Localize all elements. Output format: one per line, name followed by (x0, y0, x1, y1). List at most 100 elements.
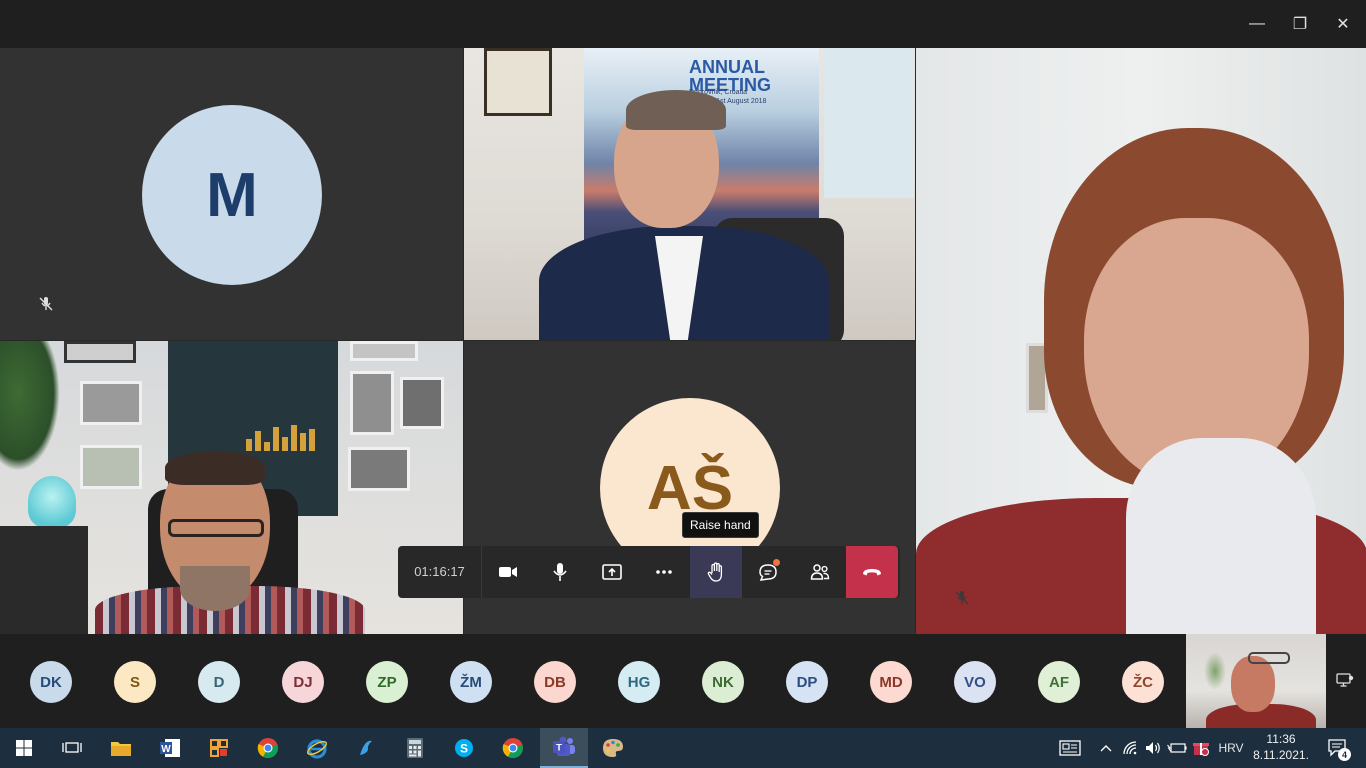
hang-up-icon (863, 569, 881, 576)
edge-app[interactable] (293, 728, 341, 768)
avatar-initials: HG (627, 673, 651, 691)
chrome-icon (257, 738, 278, 759)
share-screen-button[interactable] (586, 546, 638, 598)
participant-avatar[interactable]: ZP (366, 661, 408, 703)
hang-up-button[interactable] (846, 546, 898, 598)
participant-tile-m[interactable]: M (0, 48, 463, 340)
participant-avatar[interactable]: ŽC (1122, 661, 1164, 703)
news-button[interactable] (1056, 728, 1084, 768)
participant-avatar[interactable]: DB (534, 661, 576, 703)
microphone-button[interactable] (534, 546, 586, 598)
chrome-app[interactable] (244, 728, 292, 768)
avatar-initials: DJ (293, 673, 313, 691)
news-icon (1059, 740, 1081, 756)
notification-count-badge: 4 (1338, 748, 1351, 761)
participant-video-3[interactable] (916, 48, 1366, 634)
folder-icon (111, 742, 131, 756)
participant-avatar[interactable]: HG (618, 661, 660, 703)
notifications-button[interactable]: 4 (1320, 728, 1356, 768)
clock-date: 8.11.2021. (1253, 748, 1309, 762)
pinned-app[interactable] (342, 728, 390, 768)
svg-text:S: S (460, 742, 468, 756)
participant-avatar[interactable]: VO (954, 661, 996, 703)
participant-avatar[interactable]: AF (1038, 661, 1080, 703)
network-button[interactable] (1120, 728, 1140, 768)
participant-video-1[interactable]: ANNUAL MEETING Dubrovnik, Croatia 27th t… (464, 48, 915, 340)
volume-button[interactable] (1143, 728, 1163, 768)
svg-text:T: T (556, 743, 562, 754)
show-hidden-icons-button[interactable] (1096, 728, 1116, 768)
more-actions-button[interactable] (638, 546, 690, 598)
calculator-app[interactable] (391, 728, 439, 768)
start-button[interactable] (0, 728, 48, 768)
person-head (1231, 656, 1275, 712)
minimize-button[interactable]: — (1240, 8, 1274, 40)
person-hair (626, 90, 726, 130)
wifi-icon (1123, 741, 1137, 755)
meeting-controls: 01:16:17 (398, 546, 900, 598)
word-icon: W (160, 739, 180, 757)
teams-app[interactable]: T (540, 728, 588, 768)
wall-frame (64, 341, 136, 363)
paint-app[interactable] (589, 728, 637, 768)
minimize-icon: — (1249, 15, 1265, 32)
battery-charging-icon (1167, 743, 1187, 753)
avatar-initials: M (206, 160, 258, 230)
diffuser-lamp (28, 476, 76, 528)
chevron-up-icon (1100, 745, 1112, 752)
task-view-button[interactable] (48, 728, 96, 768)
file-explorer-app[interactable] (97, 728, 145, 768)
wall-frame (484, 48, 552, 116)
avatar: M (142, 105, 322, 285)
raise-hand-button[interactable] (690, 546, 742, 598)
clock[interactable]: 11:36 8.11.2021. (1250, 731, 1312, 763)
input-language-button[interactable]: HRV (1216, 728, 1246, 768)
call-timer: 01:16:17 (398, 546, 482, 598)
screen-share-view-icon[interactable] (1336, 672, 1354, 688)
board-bars (246, 421, 336, 451)
avatar-initials: DK (40, 673, 62, 691)
skype-icon: S (455, 739, 473, 757)
person-hair (165, 451, 265, 485)
wall-photo (80, 445, 142, 489)
raise-hand-tooltip: Raise hand (682, 512, 759, 538)
participant-avatar[interactable]: MD (870, 661, 912, 703)
self-view-video[interactable] (1186, 634, 1326, 728)
grid-app[interactable] (195, 728, 243, 768)
gift-tray-button[interactable] (1190, 728, 1212, 768)
participant-avatar[interactable]: NK (702, 661, 744, 703)
restore-button[interactable]: ❐ (1283, 8, 1317, 40)
avatar-initials: DP (796, 673, 818, 691)
chat-button[interactable] (742, 546, 794, 598)
skype-app[interactable]: S (440, 728, 488, 768)
title-bar: — ❐ ✕ (0, 0, 1366, 48)
word-app[interactable]: W (146, 728, 194, 768)
camera-button[interactable] (482, 546, 534, 598)
avatar-initials: MD (879, 673, 903, 691)
participant-avatar[interactable]: DK (30, 661, 72, 703)
avatar-initials: AF (1049, 673, 1069, 691)
battery-button[interactable] (1166, 728, 1188, 768)
task-view-icon (62, 742, 82, 753)
person-glasses (168, 519, 264, 537)
participants-button[interactable] (794, 546, 846, 598)
avatar-initials: DB (544, 673, 566, 691)
person-beard (180, 566, 250, 611)
calculator-icon (407, 738, 423, 758)
wall-photo (350, 341, 418, 361)
participant-avatar[interactable]: DP (786, 661, 828, 703)
participant-avatar[interactable]: DJ (282, 661, 324, 703)
chat-notification-dot (773, 559, 780, 566)
wall-photo (80, 381, 142, 425)
close-button[interactable]: ✕ (1326, 8, 1360, 40)
participant-avatar[interactable]: ŽM (450, 661, 492, 703)
camera-icon (499, 567, 517, 577)
avatar-initials: ZP (377, 673, 397, 691)
people-icon (810, 564, 830, 580)
avatar-initials: VO (964, 673, 986, 691)
participant-avatar[interactable]: S (114, 661, 156, 703)
participant-avatar[interactable]: D (198, 661, 240, 703)
microphone-icon (553, 563, 567, 581)
chrome-app-2[interactable] (489, 728, 537, 768)
participant-video-2[interactable] (0, 341, 463, 634)
